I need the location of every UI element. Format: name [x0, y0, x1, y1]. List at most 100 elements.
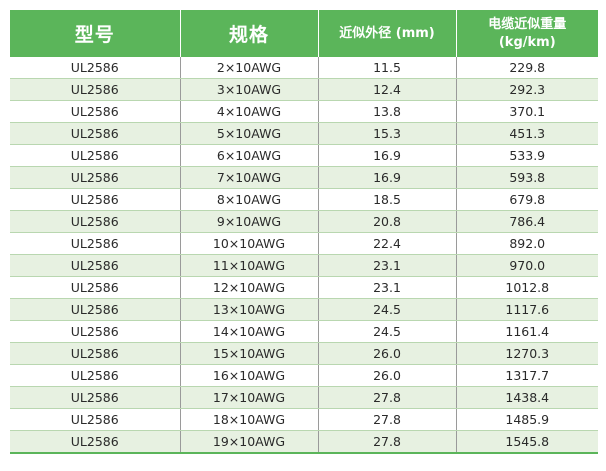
cell-weight: 292.3	[456, 78, 598, 101]
cell-spec: 4×10AWG	[180, 100, 319, 123]
cell-weight: 593.8	[456, 166, 598, 189]
cell-model: UL2586	[10, 342, 181, 365]
cell-diameter: 23.1	[318, 276, 457, 299]
cell-diameter: 26.0	[318, 364, 457, 387]
header-weight: 电缆近似重量 (kg/km)	[456, 10, 598, 57]
table-row: UL2586 16×10AWG 26.0 1317.7	[10, 364, 598, 387]
cell-spec: 15×10AWG	[180, 342, 319, 365]
cell-model: UL2586	[10, 57, 181, 79]
cell-weight: 1117.6	[456, 298, 598, 321]
cell-diameter: 13.8	[318, 100, 457, 123]
cell-weight: 370.1	[456, 100, 598, 123]
cell-diameter: 24.5	[318, 298, 457, 321]
header-row: 型号 规格 近似外径 (mm) 电缆近似重量 (kg/km)	[10, 10, 598, 57]
cell-weight: 1545.8	[456, 430, 598, 454]
header-weight-unit: (kg/km)	[498, 34, 556, 50]
cell-weight: 229.8	[456, 57, 598, 79]
cell-weight: 1317.7	[456, 364, 598, 387]
cell-diameter: 16.9	[318, 166, 457, 189]
table-row: UL2586 17×10AWG 27.8 1438.4	[10, 386, 598, 409]
cell-spec: 12×10AWG	[180, 276, 319, 299]
cell-diameter: 16.9	[318, 144, 457, 167]
cell-model: UL2586	[10, 364, 181, 387]
cell-model: UL2586	[10, 232, 181, 255]
cell-model: UL2586	[10, 100, 181, 123]
cell-weight: 1161.4	[456, 320, 598, 343]
cell-spec: 19×10AWG	[180, 430, 319, 454]
cell-diameter: 24.5	[318, 320, 457, 343]
cell-spec: 17×10AWG	[180, 386, 319, 409]
cell-weight: 786.4	[456, 210, 598, 233]
table-row: UL2586 5×10AWG 15.3 451.3	[10, 122, 598, 145]
table-row: UL2586 10×10AWG 22.4 892.0	[10, 232, 598, 255]
table-row: UL2586 4×10AWG 13.8 370.1	[10, 100, 598, 123]
header-diameter: 近似外径 (mm)	[318, 10, 457, 57]
table-row: UL2586 15×10AWG 26.0 1270.3	[10, 342, 598, 365]
cell-spec: 7×10AWG	[180, 166, 319, 189]
cable-spec-table-container: 型号 规格 近似外径 (mm) 电缆近似重量 (kg/km) UL2586 2×1…	[10, 10, 598, 454]
table-row: UL2586 11×10AWG 23.1 970.0	[10, 254, 598, 277]
cell-model: UL2586	[10, 210, 181, 233]
table-body: UL2586 2×10AWG 11.5 229.8 UL2586 3×10AWG 12.4 2…	[10, 57, 598, 454]
cell-diameter: 15.3	[318, 122, 457, 145]
table-row: UL2586 9×10AWG 20.8 786.4	[10, 210, 598, 233]
cell-spec: 11×10AWG	[180, 254, 319, 277]
cell-weight: 1012.8	[456, 276, 598, 299]
cell-model: UL2586	[10, 188, 181, 211]
table-row: UL2586 2×10AWG 11.5 229.8	[10, 57, 598, 79]
cell-spec: 2×10AWG	[180, 57, 319, 79]
cable-spec-table: 型号 规格 近似外径 (mm) 电缆近似重量 (kg/km) UL2586 2×1…	[10, 10, 598, 454]
cell-diameter: 11.5	[318, 57, 457, 79]
cell-diameter: 27.8	[318, 430, 457, 454]
table-row: UL2586 18×10AWG 27.8 1485.9	[10, 408, 598, 431]
cell-diameter: 27.8	[318, 408, 457, 431]
cell-model: UL2586	[10, 298, 181, 321]
cell-diameter: 27.8	[318, 386, 457, 409]
header-spec: 规格	[180, 10, 319, 57]
cell-model: UL2586	[10, 408, 181, 431]
table-row: UL2586 6×10AWG 16.9 533.9	[10, 144, 598, 167]
table-row: UL2586 7×10AWG 16.9 593.8	[10, 166, 598, 189]
cell-model: UL2586	[10, 386, 181, 409]
cell-weight: 1270.3	[456, 342, 598, 365]
cell-model: UL2586	[10, 320, 181, 343]
cell-model: UL2586	[10, 122, 181, 145]
header-model: 型号	[10, 10, 181, 57]
cell-weight: 970.0	[456, 254, 598, 277]
cell-weight: 1485.9	[456, 408, 598, 431]
cell-model: UL2586	[10, 276, 181, 299]
cell-diameter: 26.0	[318, 342, 457, 365]
cell-model: UL2586	[10, 144, 181, 167]
cell-spec: 3×10AWG	[180, 78, 319, 101]
cell-model: UL2586	[10, 254, 181, 277]
cell-diameter: 23.1	[318, 254, 457, 277]
table-row: UL2586 8×10AWG 18.5 679.8	[10, 188, 598, 211]
cell-weight: 451.3	[456, 122, 598, 145]
cell-spec: 10×10AWG	[180, 232, 319, 255]
cell-spec: 14×10AWG	[180, 320, 319, 343]
cell-spec: 8×10AWG	[180, 188, 319, 211]
cell-spec: 13×10AWG	[180, 298, 319, 321]
table-row: UL2586 13×10AWG 24.5 1117.6	[10, 298, 598, 321]
cell-model: UL2586	[10, 78, 181, 101]
cell-weight: 533.9	[456, 144, 598, 167]
cell-spec: 16×10AWG	[180, 364, 319, 387]
cell-weight: 679.8	[456, 188, 598, 211]
table-row: UL2586 12×10AWG 23.1 1012.8	[10, 276, 598, 299]
table-row: UL2586 19×10AWG 27.8 1545.8	[10, 430, 598, 454]
cell-spec: 6×10AWG	[180, 144, 319, 167]
header-weight-title: 电缆近似重量	[488, 16, 567, 32]
cell-model: UL2586	[10, 166, 181, 189]
table-header: 型号 规格 近似外径 (mm) 电缆近似重量 (kg/km)	[10, 10, 598, 57]
cell-diameter: 12.4	[318, 78, 457, 101]
cell-spec: 9×10AWG	[180, 210, 319, 233]
cell-diameter: 22.4	[318, 232, 457, 255]
cell-diameter: 20.8	[318, 210, 457, 233]
table-row: UL2586 14×10AWG 24.5 1161.4	[10, 320, 598, 343]
cell-diameter: 18.5	[318, 188, 457, 211]
cell-spec: 18×10AWG	[180, 408, 319, 431]
table-row: UL2586 3×10AWG 12.4 292.3	[10, 78, 598, 101]
cell-model: UL2586	[10, 430, 181, 454]
cell-weight: 1438.4	[456, 386, 598, 409]
cell-weight: 892.0	[456, 232, 598, 255]
